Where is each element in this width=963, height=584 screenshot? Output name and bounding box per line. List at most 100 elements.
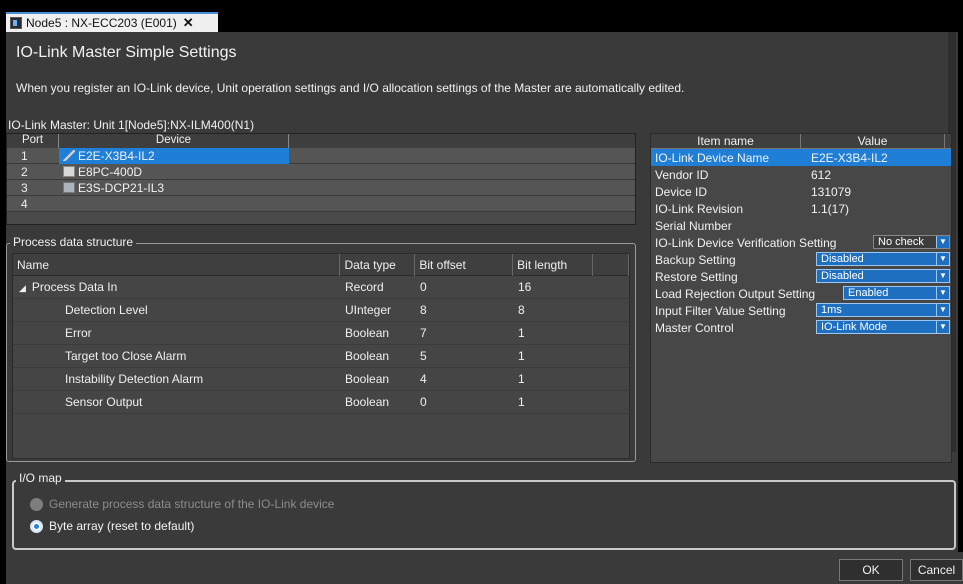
generate-structure-radio[interactable]: Generate process data structure of the I… bbox=[30, 497, 334, 511]
cell-bit-length: 16 bbox=[518, 280, 532, 294]
cancel-button[interactable]: Cancel bbox=[910, 559, 963, 581]
cell-bit-offset: 0 bbox=[420, 395, 427, 409]
ok-button[interactable]: OK bbox=[839, 559, 903, 581]
property-row[interactable]: Restore Setting Disabled ▼ bbox=[651, 268, 951, 285]
table-row[interactable]: Target too Close Alarm Boolean 5 1 bbox=[13, 345, 629, 368]
property-row[interactable]: IO-Link Device Name E2E-X3B4-IL2 bbox=[651, 149, 951, 166]
port-row[interactable]: 1 E2E-X3B4-IL2 bbox=[7, 147, 635, 164]
cell-bit-length: 1 bbox=[518, 349, 525, 363]
backup-setting-dropdown[interactable]: Disabled ▼ bbox=[816, 252, 950, 266]
property-row[interactable]: Backup Setting Disabled ▼ bbox=[651, 251, 951, 268]
property-row[interactable]: IO-Link Revision 1.1(17) bbox=[651, 200, 951, 217]
property-name: Master Control bbox=[655, 320, 734, 335]
verification-setting-dropdown[interactable]: No check ▼ bbox=[873, 235, 950, 249]
cell-data-type: Boolean bbox=[345, 349, 390, 363]
device-name: E2E-X3B4-IL2 bbox=[78, 148, 155, 163]
property-name: Vendor ID bbox=[655, 167, 709, 182]
cell-bit-length: 1 bbox=[518, 372, 525, 386]
port-device[interactable]: E8PC-400D bbox=[59, 164, 289, 180]
radio-label: Byte array (reset to default) bbox=[49, 519, 195, 533]
cell-bit-offset: 7 bbox=[420, 326, 427, 340]
property-value: E2E-X3B4-IL2 bbox=[811, 150, 888, 165]
property-name: Load Rejection Output Setting bbox=[655, 286, 816, 301]
dropdown-arrow-icon[interactable]: ▼ bbox=[936, 270, 949, 282]
table-row[interactable]: ◢ Process Data In Record 0 16 bbox=[13, 276, 629, 299]
input-filter-dropdown[interactable]: 1ms ▼ bbox=[816, 303, 950, 317]
property-row[interactable]: Load Rejection Output Setting Enabled ▼ bbox=[651, 285, 951, 302]
column-header-bit-length: Bit length bbox=[513, 253, 594, 276]
port-device[interactable] bbox=[59, 196, 289, 212]
port-number: 1 bbox=[21, 148, 28, 163]
cell-data-type: UInteger bbox=[345, 303, 392, 317]
property-row[interactable]: IO-Link Device Verification Setting No c… bbox=[651, 234, 951, 251]
page-description: When you register an IO-Link device, Uni… bbox=[16, 81, 685, 95]
cell-bit-offset: 4 bbox=[420, 372, 427, 386]
dropdown-value: 1ms bbox=[821, 304, 842, 316]
cell-name: Instability Detection Alarm bbox=[65, 372, 204, 386]
tab-node5[interactable]: Node5 : NX-ECC203 (E001) ✕ bbox=[6, 12, 218, 32]
property-row[interactable]: Device ID 131079 bbox=[651, 183, 951, 200]
port-device[interactable]: E2E-X3B4-IL2 bbox=[59, 147, 289, 164]
cell-bit-length: 1 bbox=[518, 326, 525, 340]
port-row[interactable]: 3 E3S-DCP21-IL3 bbox=[7, 180, 635, 196]
load-rejection-dropdown[interactable]: Enabled ▼ bbox=[843, 286, 950, 300]
dropdown-arrow-icon[interactable]: ▼ bbox=[936, 236, 949, 248]
pressure-sensor-icon bbox=[63, 166, 75, 177]
property-row[interactable]: Master Control IO-Link Mode ▼ bbox=[651, 319, 951, 336]
restore-setting-dropdown[interactable]: Disabled ▼ bbox=[816, 269, 950, 283]
cell-bit-length: 8 bbox=[518, 303, 525, 317]
cell-name: Detection Level bbox=[65, 303, 148, 317]
column-header-value: Value bbox=[801, 134, 945, 148]
dropdown-arrow-icon[interactable]: ▼ bbox=[936, 287, 949, 299]
property-name: Restore Setting bbox=[655, 269, 738, 284]
radio-unselected-icon bbox=[30, 497, 43, 511]
port-device[interactable]: E3S-DCP21-IL3 bbox=[59, 180, 289, 196]
property-row[interactable]: Input Filter Value Setting 1ms ▼ bbox=[651, 302, 951, 319]
table-row[interactable]: Detection Level UInteger 8 8 bbox=[13, 299, 629, 322]
property-name: Serial Number bbox=[655, 218, 732, 233]
port-table-header: Port Device bbox=[7, 134, 635, 148]
property-name: IO-Link Device Name bbox=[655, 150, 770, 165]
dropdown-arrow-icon[interactable]: ▼ bbox=[936, 304, 949, 316]
collapse-triangle-icon[interactable]: ◢ bbox=[19, 283, 26, 293]
property-row[interactable]: Serial Number bbox=[651, 217, 951, 234]
column-header-item-name: Item name bbox=[651, 134, 801, 148]
cell-data-type: Boolean bbox=[345, 372, 390, 386]
cell-data-type: Record bbox=[345, 280, 384, 294]
cell-bit-length: 1 bbox=[518, 395, 525, 409]
property-value: 612 bbox=[811, 167, 832, 182]
port-row[interactable]: 2 E8PC-400D bbox=[7, 164, 635, 180]
dropdown-arrow-icon[interactable]: ▼ bbox=[936, 321, 949, 333]
column-header-data-type: Data type bbox=[340, 253, 416, 276]
dropdown-value: Enabled bbox=[848, 287, 889, 299]
dropdown-value: IO-Link Mode bbox=[821, 321, 888, 333]
sensor-icon bbox=[63, 150, 75, 161]
table-row[interactable]: Instability Detection Alarm Boolean 4 1 bbox=[13, 368, 629, 391]
byte-array-radio[interactable]: Byte array (reset to default) bbox=[30, 519, 194, 533]
master-control-dropdown[interactable]: IO-Link Mode ▼ bbox=[816, 320, 950, 334]
port-number: 3 bbox=[21, 180, 28, 195]
photoelectric-sensor-icon bbox=[63, 182, 75, 193]
close-icon[interactable]: ✕ bbox=[183, 15, 194, 31]
column-header-port: Port bbox=[7, 134, 59, 148]
port-device-table: Port Device 1 E2E-X3B4-IL2 2 E8PC-400D 3… bbox=[6, 133, 636, 225]
table-row[interactable]: Sensor Output Boolean 0 1 bbox=[13, 391, 629, 414]
property-name: Backup Setting bbox=[655, 252, 736, 267]
port-row[interactable]: 4 bbox=[7, 196, 635, 212]
property-name: Input Filter Value Setting bbox=[655, 303, 786, 318]
cell-name: Target too Close Alarm bbox=[65, 349, 187, 363]
cell-data-type: Boolean bbox=[345, 326, 390, 340]
properties-header: Item name Value bbox=[651, 134, 951, 149]
cell-bit-offset: 8 bbox=[420, 303, 427, 317]
device-icon bbox=[10, 17, 22, 29]
dropdown-arrow-icon[interactable]: ▼ bbox=[936, 253, 949, 265]
table-row[interactable]: Error Boolean 7 1 bbox=[13, 322, 629, 345]
cell-name: Sensor Output bbox=[65, 395, 143, 409]
column-header-device: Device bbox=[59, 134, 289, 148]
property-value: 1.1(17) bbox=[811, 201, 850, 216]
io-link-master-label: IO-Link Master: Unit 1[Node5]:NX-ILM400(… bbox=[8, 118, 255, 132]
property-row[interactable]: Vendor ID 612 bbox=[651, 166, 951, 183]
process-data-legend: Process data structure bbox=[10, 235, 137, 249]
radio-selected-icon bbox=[30, 519, 43, 533]
process-data-table: Name Data type Bit offset Bit length ◢ Pr… bbox=[12, 253, 630, 459]
